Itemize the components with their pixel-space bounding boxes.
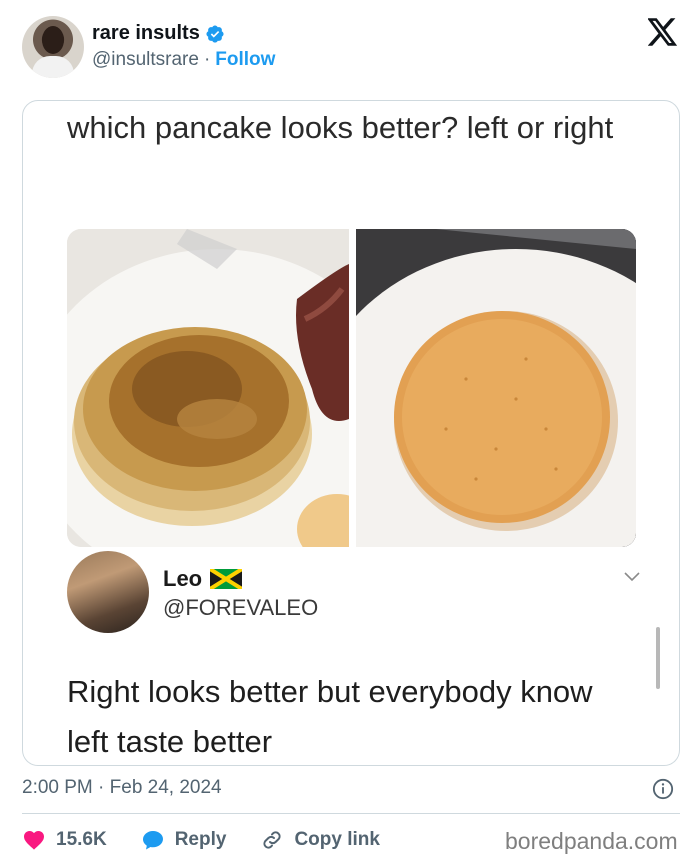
reply-bubble-icon xyxy=(142,831,163,850)
post-timestamp[interactable]: 2:00 PM · Feb 24, 2024 xyxy=(22,777,222,799)
copy-link-button[interactable]: Copy link xyxy=(260,828,380,852)
chevron-down-icon[interactable] xyxy=(623,571,641,583)
reply-handle[interactable]: @FOREVALEO xyxy=(163,595,318,621)
reply-name-row: Leo xyxy=(163,566,243,592)
pancake-photo-right xyxy=(356,229,636,547)
author-display-name[interactable]: rare insults xyxy=(92,22,200,45)
like-button[interactable]: 15.6K xyxy=(22,828,107,852)
reply-display-name[interactable]: Leo xyxy=(163,566,202,592)
embedded-screenshot-card[interactable]: which pancake looks better? left or righ… xyxy=(22,100,680,766)
x-logo-icon[interactable] xyxy=(648,18,678,46)
info-icon[interactable] xyxy=(652,778,674,800)
author-avatar[interactable] xyxy=(22,16,84,78)
link-icon xyxy=(263,831,281,849)
follow-button[interactable]: Follow xyxy=(215,49,275,71)
reply-text: Right looks better but everybody know le… xyxy=(67,674,593,759)
action-bar: 15.6K Reply Copy link xyxy=(22,825,414,855)
reply-button[interactable]: Reply xyxy=(141,828,227,852)
divider xyxy=(22,813,680,814)
like-count: 15.6K xyxy=(56,829,107,850)
author-name-row[interactable]: rare insults xyxy=(92,22,225,45)
reply-avatar[interactable] xyxy=(67,551,149,633)
jamaica-flag-icon xyxy=(210,569,243,589)
author-handle[interactable]: @insultsrare xyxy=(92,49,199,71)
dot-separator: · xyxy=(203,49,211,70)
tweet-header: rare insults @insultsrare · Follow xyxy=(0,0,700,90)
scrollbar[interactable] xyxy=(656,627,660,689)
reply-label: Reply xyxy=(174,829,227,850)
verified-badge-icon xyxy=(206,24,224,43)
embedded-question-text: which pancake looks better? left or righ… xyxy=(67,110,614,145)
pancake-photo-left xyxy=(67,229,349,547)
heart-icon xyxy=(24,831,44,850)
copy-link-label: Copy link xyxy=(294,829,380,850)
watermark: boredpanda.com xyxy=(505,828,678,854)
author-handle-line: @insultsrare · Follow xyxy=(92,49,275,71)
